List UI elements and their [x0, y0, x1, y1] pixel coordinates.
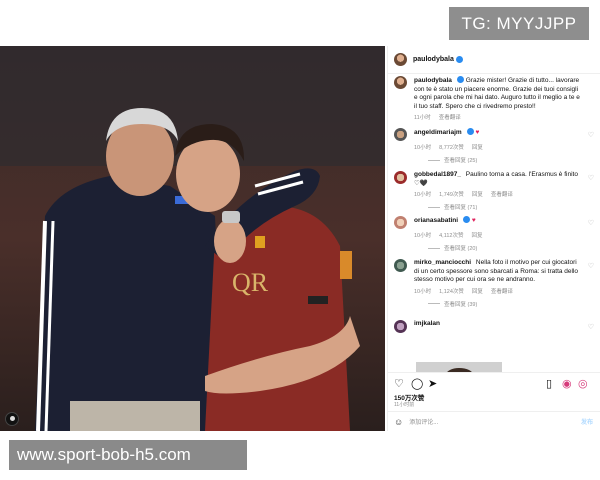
comment-username[interactable]: gobbedal1897_: [414, 171, 461, 178]
caption-username[interactable]: paulodybala: [414, 77, 452, 84]
avatar[interactable]: [394, 128, 407, 141]
divider: [428, 303, 440, 304]
heart-icon[interactable]: ♡: [588, 262, 594, 270]
heart-icon[interactable]: ♡: [588, 323, 594, 331]
emoji-icon[interactable]: ☺: [394, 417, 403, 427]
more-icon[interactable]: ◉: [562, 377, 572, 391]
reply-link[interactable]: 回复: [472, 287, 483, 295]
post-photo[interactable]: QR: [0, 46, 385, 431]
avatar[interactable]: [394, 76, 407, 89]
divider: [428, 247, 440, 249]
comment-time: 10小时: [414, 145, 432, 151]
heart-icon[interactable]: ♡: [588, 131, 594, 139]
comment-time: 10小时: [414, 233, 432, 239]
heart-icon[interactable]: ♡: [394, 377, 404, 391]
avatar[interactable]: [394, 53, 407, 66]
post-header: paulodybala: [388, 46, 600, 74]
view-replies[interactable]: 查看回复 (71): [444, 203, 477, 211]
verified-icon: [455, 56, 463, 63]
translate-link[interactable]: 查看翻译: [491, 190, 513, 198]
post-time: 11小时前: [394, 402, 415, 408]
avatar[interactable]: [394, 320, 407, 333]
user-tag-icon[interactable]: [5, 412, 19, 426]
post-actions: ♡ ◯ ➤ ▯ ◉ ◎ 150万次赞 11小时前 ☺ 添加评论... 发布: [388, 372, 600, 431]
comment-likes[interactable]: 1,749次赞: [439, 190, 464, 198]
comment-likes[interactable]: 4,112次赞: [439, 231, 463, 239]
site-watermark: www.sport-bob-h5.com: [9, 440, 247, 470]
comment-time: 10小时: [414, 288, 432, 295]
comment-likes[interactable]: 1,124次赞: [439, 287, 464, 295]
view-replies[interactable]: 查看回复 (39): [444, 300, 477, 308]
list-item: mirko_manciocchi Nella foto il motivo pe…: [394, 259, 594, 308]
heart-emoji: ♥: [471, 217, 476, 224]
verified-icon: [456, 76, 464, 83]
list-item: angeldimariajm ♥ ♡ 10小时 8,772次赞 回复 查看回复 (2…: [394, 128, 594, 164]
comment-likes[interactable]: 8,772次赞: [439, 143, 464, 151]
caption-time: 11小时: [414, 115, 431, 121]
list-item: imjkalan ♡: [394, 320, 594, 333]
comment-icon[interactable]: ◯: [411, 377, 423, 391]
add-comment-input[interactable]: 添加评论...: [409, 417, 438, 426]
heart-icon[interactable]: ♡: [588, 174, 594, 182]
reply-link[interactable]: 回复: [472, 190, 483, 198]
post-panel: paulodybala paulodybala Grazie mister! G…: [387, 46, 600, 431]
translate-link[interactable]: 查看翻译: [439, 113, 461, 121]
svg-text:QR: QR: [232, 268, 269, 297]
verified-icon: [463, 216, 471, 223]
comment-username[interactable]: imjkalan: [414, 320, 440, 327]
post-username[interactable]: paulodybala: [413, 56, 454, 63]
telegram-watermark: TG: MYYJJPP: [449, 7, 589, 40]
view-replies[interactable]: 查看回复 (25): [444, 156, 477, 164]
divider: [428, 159, 440, 161]
list-item: orianasabatini ♥ ♡ 10小时 4,112次赞 回复 查看回复 (2…: [394, 216, 594, 252]
reply-link[interactable]: 回复: [472, 143, 483, 151]
comments-list[interactable]: paulodybala Grazie mister! Grazie di tut…: [388, 76, 600, 376]
avatar[interactable]: [394, 171, 407, 184]
bookmark-icon[interactable]: ▯: [546, 377, 552, 391]
add-comment-bar: ☺ 添加评论... 发布: [388, 411, 600, 431]
avatar[interactable]: [394, 259, 407, 272]
comment-username[interactable]: angeldimariajm: [414, 129, 462, 136]
heart-icon[interactable]: ♡: [588, 219, 594, 227]
reply-link[interactable]: 回复: [471, 231, 482, 239]
photo-illustration: QR: [0, 46, 385, 431]
comment-username[interactable]: mirko_manciocchi: [414, 259, 471, 266]
post-caption: paulodybala Grazie mister! Grazie di tut…: [394, 76, 594, 121]
share-icon[interactable]: ➤: [428, 377, 437, 391]
emoji-icon[interactable]: ◎: [578, 377, 588, 391]
view-replies[interactable]: 查看回复 (20): [444, 244, 477, 252]
list-item: gobbedal1897_ Paulino torna a casa. l'Er…: [394, 171, 594, 211]
verified-icon: [466, 128, 474, 135]
comment-time: 10小时: [414, 192, 432, 198]
comment-username[interactable]: orianasabatini: [414, 217, 458, 224]
translate-link[interactable]: 查看翻译: [491, 287, 513, 295]
avatar[interactable]: [394, 216, 407, 229]
divider: [428, 206, 440, 208]
heart-emoji: ♥: [475, 129, 480, 136]
post-button[interactable]: 发布: [581, 417, 593, 426]
